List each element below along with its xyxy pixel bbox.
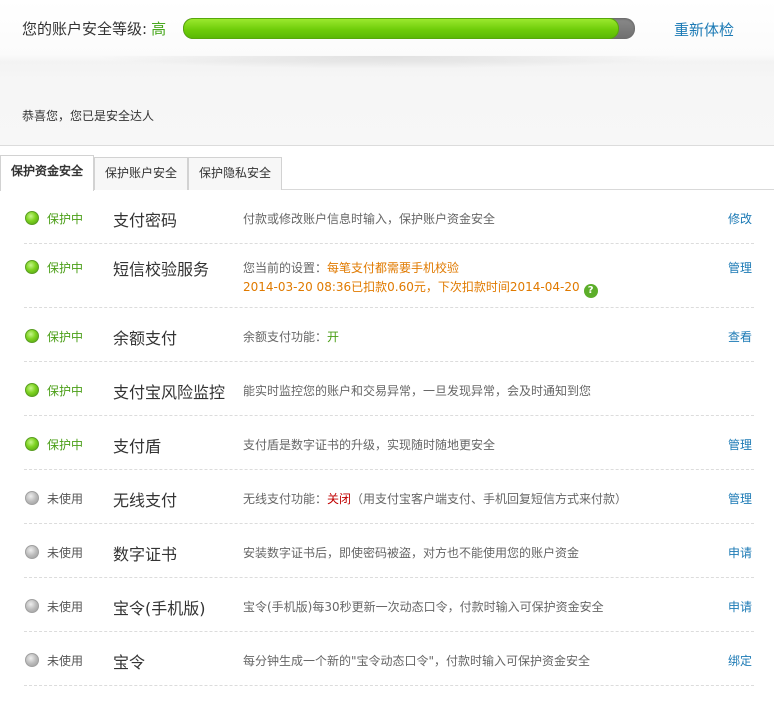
list-item: 保护中 支付盾 支付盾是数字证书的升级，实现随时随地更安全 管理 [24, 416, 754, 470]
status-text: 未使用 [47, 492, 84, 506]
status-off-icon [25, 545, 39, 559]
item-name: 数字证书 [113, 545, 178, 564]
item-name: 余额支付 [113, 329, 178, 348]
desc-suffix: （用支付宝客户端支付、手机回复短信方式来付款） [351, 492, 628, 506]
item-description: 您当前的设置：每笔支付都需要手机校验 [243, 259, 459, 276]
status-on-icon [25, 437, 39, 451]
status-text: 保护中 [47, 384, 84, 398]
item-name: 支付盾 [113, 437, 162, 456]
desc-highlight: 开 [327, 330, 340, 344]
status-off-icon [25, 491, 39, 505]
desc-prefix: 您当前的设置： [243, 261, 328, 275]
security-level-text: 您的账户安全等级: [22, 20, 148, 38]
desc-prefix: 无线支付功能： [243, 492, 328, 506]
item-description: 能实时监控您的账户和交易异常，一旦发现异常，会及时通知到您 [243, 384, 592, 398]
list-item: 未使用 数字证书 安装数字证书后，即使密码被盗，对方也不能使用您的账户资金 申请 [24, 524, 754, 578]
manage-link[interactable]: 管理 [728, 490, 752, 507]
status-text: 未使用 [47, 600, 84, 614]
list-item: 保护中 短信校验服务 您当前的设置：每笔支付都需要手机校验 2014-03-20… [24, 244, 754, 308]
list-item: 未使用 无线支付 无线支付功能：关闭（用支付宝客户端支付、手机回复短信方式来付款… [24, 470, 754, 524]
status-off-icon [25, 599, 39, 613]
status-on-icon [25, 329, 39, 343]
congrats-message: 恭喜您，您已是安全达人 [22, 109, 155, 123]
item-name: 支付密码 [113, 211, 178, 230]
status-text: 未使用 [47, 546, 84, 560]
security-item-list: 保护中 支付密码 付款或修改账户信息时输入，保护账户资金安全 修改 保护中 短信… [24, 190, 754, 686]
desc-highlight: 关闭 [327, 492, 352, 506]
help-icon[interactable]: ? [583, 284, 598, 298]
bind-link[interactable]: 绑定 [728, 652, 752, 669]
item-description: 宝令(手机版)每30秒更新一次动态口令，付款时输入可保护资金安全 [243, 600, 604, 614]
security-header: 您的账户安全等级: 高 重新体检 恭喜您，您已是安全达人 [0, 0, 774, 146]
view-link[interactable]: 查看 [728, 328, 752, 345]
security-progress-bar [183, 18, 635, 39]
manage-link[interactable]: 管理 [728, 436, 752, 453]
status-text: 保护中 [47, 261, 84, 275]
manage-link[interactable]: 管理 [728, 259, 752, 276]
list-item: 保护中 支付宝风险监控 能实时监控您的账户和交易异常，一旦发现异常，会及时通知到… [24, 362, 754, 416]
modify-link[interactable]: 修改 [728, 210, 752, 227]
desc-highlight: 每笔支付都需要手机校验 [327, 261, 460, 275]
apply-link[interactable]: 申请 [728, 544, 752, 561]
item-name: 宝令 [113, 653, 146, 672]
item-description: 安装数字证书后，即使密码被盗，对方也不能使用您的账户资金 [243, 546, 580, 560]
status-off-icon [25, 653, 39, 667]
item-name: 宝令(手机版) [113, 599, 206, 618]
security-level-value: 高 [151, 20, 167, 38]
tab-account-security[interactable]: 保护账户安全 [94, 157, 189, 190]
item-name: 短信校验服务 [113, 260, 210, 279]
status-on-icon [25, 211, 39, 225]
security-level-label: 您的账户安全等级: 高 [22, 18, 166, 39]
status-text: 未使用 [47, 654, 84, 668]
tab-privacy-security[interactable]: 保护隐私安全 [188, 157, 283, 190]
item-description: 支付盾是数字证书的升级，实现随时随地更安全 [243, 438, 496, 452]
item-description: 付款或修改账户信息时输入，保护账户资金安全 [243, 212, 496, 226]
status-on-icon [25, 383, 39, 397]
item-description: 无线支付功能：关闭（用支付宝客户端支付、手机回复短信方式来付款） [243, 490, 627, 507]
desc-prefix: 余额支付功能： [243, 330, 328, 344]
recheck-link[interactable]: 重新体检 [674, 19, 734, 40]
security-tabs: 保护资金安全 保护账户安全 保护隐私安全 [0, 155, 774, 191]
item-description: 余额支付功能：开 [243, 328, 339, 345]
item-name: 无线支付 [113, 491, 178, 510]
item-name: 支付宝风险监控 [113, 383, 226, 402]
list-item: 保护中 支付密码 付款或修改账户信息时输入，保护账户资金安全 修改 [24, 190, 754, 244]
list-item: 未使用 宝令 每分钟生成一个新的"宝令动态口令"，付款时输入可保护资金安全 绑定 [24, 632, 754, 686]
item-description-line2: 2014-03-20 08:36已扣款0.60元，下次扣款时间2014-04-2… [243, 278, 598, 298]
security-progress-fill [183, 18, 620, 39]
tab-fund-security[interactable]: 保护资金安全 [0, 155, 95, 191]
status-text: 保护中 [47, 330, 84, 344]
list-item: 保护中 余额支付 余额支付功能：开 查看 [24, 308, 754, 362]
status-text: 保护中 [47, 212, 84, 226]
status-text: 保护中 [47, 438, 84, 452]
status-on-icon [25, 260, 39, 274]
list-item: 未使用 宝令(手机版) 宝令(手机版)每30秒更新一次动态口令，付款时输入可保护… [24, 578, 754, 632]
item-description: 每分钟生成一个新的"宝令动态口令"，付款时输入可保护资金安全 [243, 654, 591, 668]
header-swoosh [0, 56, 774, 86]
apply-link[interactable]: 申请 [728, 598, 752, 615]
billing-info: 2014-03-20 08:36已扣款0.60元，下次扣款时间2014-04-2… [243, 280, 580, 294]
